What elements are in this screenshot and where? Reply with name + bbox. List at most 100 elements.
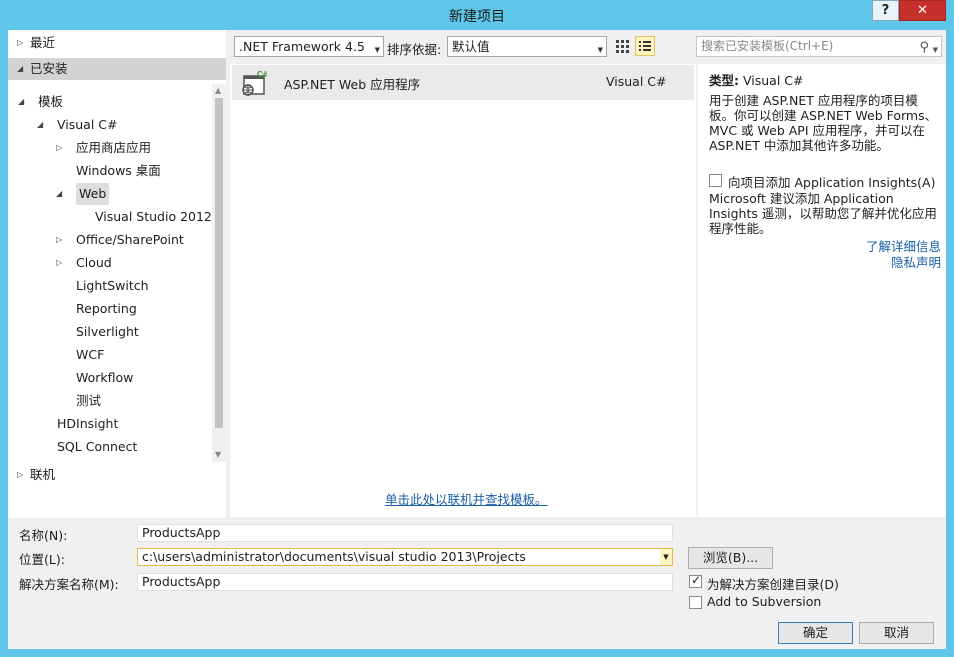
location-field[interactable]: c:\users\administrator\documents\visual … xyxy=(137,548,673,566)
search-icon[interactable]: ⚲ xyxy=(919,39,929,56)
tree-item-label: 模板 xyxy=(38,94,64,109)
add-subversion-checkbox[interactable] xyxy=(689,596,702,609)
tree-item[interactable]: ◢ Visual C# xyxy=(8,114,208,136)
collapse-arrow-icon[interactable]: ◢ xyxy=(17,58,23,80)
chevron-down-icon: ▼ xyxy=(597,46,603,54)
online-templates-link[interactable]: 单击此处以联机并查找模板。 xyxy=(385,489,548,508)
tree-item[interactable]: Silverlight xyxy=(8,321,208,343)
app-insights-label[interactable]: 向项目添加 Application Insights(A) xyxy=(728,172,935,191)
expand-arrow-icon[interactable]: ▷ xyxy=(56,137,62,159)
tree-online-label: 联机 xyxy=(30,467,56,482)
tree-item-label: WCF xyxy=(76,347,105,362)
tree-item-label: SQL Connect xyxy=(57,439,138,454)
list-view-button[interactable] xyxy=(635,36,655,56)
template-tree: ▷ 最近 ◢ 已安装 ◢ 模板 ◢ Visual C# ▷ 应用商店应用 Windows 桌… xyxy=(8,30,226,518)
template-description: 用于创建 ASP.NET 应用程序的项目模板。你可以创建 ASP.NET Web… xyxy=(709,93,938,153)
app-insights-checkbox[interactable] xyxy=(709,174,722,187)
type-line: 类型: Visual C# xyxy=(709,70,803,89)
tree-item[interactable]: Workflow xyxy=(8,367,208,389)
location-label: 位置(L): xyxy=(19,552,65,567)
tree-item[interactable]: Windows 桌面 xyxy=(8,160,208,182)
tree-item[interactable]: WCF xyxy=(8,344,208,366)
tree-item[interactable]: SQL Connect xyxy=(8,436,208,458)
template-language: Visual C# xyxy=(606,74,667,89)
ok-button[interactable]: 确定 xyxy=(778,622,853,644)
svg-text:C#: C# xyxy=(257,70,268,79)
framework-value: .NET Framework 4.5 xyxy=(239,39,365,54)
tree-item-label: 测试 xyxy=(76,393,102,408)
collapse-arrow-icon[interactable]: ◢ xyxy=(37,114,43,136)
tree-installed-label: 已安装 xyxy=(30,61,68,76)
browse-button[interactable]: 浏览(B)... xyxy=(688,547,773,569)
tree-item-label: Visual C# xyxy=(57,117,118,132)
search-input[interactable]: 搜索已安装模板(Ctrl+E) ⚲ ▼ xyxy=(696,36,942,57)
tree-item[interactable]: ▷ Cloud xyxy=(8,252,208,274)
tree-recent[interactable]: ▷ 最近 xyxy=(8,32,226,54)
title-bar: 新建项目 ? ✕ xyxy=(0,0,954,30)
solution-name-label: 解决方案名称(M): xyxy=(19,577,119,592)
scroll-down-icon[interactable]: ▼ xyxy=(215,450,221,459)
name-label: 名称(N): xyxy=(19,528,68,543)
dialog-body: ▷ 最近 ◢ 已安装 ◢ 模板 ◢ Visual C# ▷ 应用商店应用 Windows 桌… xyxy=(8,30,946,649)
collapse-arrow-icon[interactable]: ◢ xyxy=(56,183,62,205)
tree-installed[interactable]: ◢ 已安装 xyxy=(8,58,226,80)
chevron-down-icon[interactable]: ▼ xyxy=(933,42,938,59)
list-view-icon xyxy=(639,41,651,51)
aspnet-project-icon: C# xyxy=(242,70,268,96)
tree-item[interactable]: LightSwitch xyxy=(8,275,208,297)
template-item-aspnet[interactable]: C# ASP.NET Web 应用程序 Visual C# xyxy=(232,65,694,100)
app-insights-description: Microsoft 建议添加 Application Insights 遥测，以… xyxy=(709,191,937,236)
tree-item[interactable]: Reporting xyxy=(8,298,208,320)
tree-item-label: Visual Studio 2012 xyxy=(95,209,212,224)
tree-scrollbar[interactable]: ▲ ▼ xyxy=(212,84,226,462)
expand-arrow-icon[interactable]: ▷ xyxy=(56,252,62,274)
tree-recent-label: 最近 xyxy=(30,35,56,50)
privacy-link[interactable]: 隐私声明 xyxy=(891,252,941,271)
template-name: ASP.NET Web 应用程序 xyxy=(284,77,421,92)
tree-item-label: 应用商店应用 xyxy=(76,140,152,155)
expand-arrow-icon[interactable]: ▷ xyxy=(17,32,23,54)
toolbar: .NET Framework 4.5 ▼ 排序依据: 默认值 ▼ 搜索已安装模板… xyxy=(230,36,946,60)
tree-item[interactable]: ▷ Office/SharePoint xyxy=(8,229,208,251)
scroll-up-icon[interactable]: ▲ xyxy=(215,86,221,95)
tree-item[interactable]: Visual Studio 2012 xyxy=(8,206,212,228)
collapse-arrow-icon[interactable]: ◢ xyxy=(18,91,24,113)
close-button[interactable]: ✕ xyxy=(899,0,946,21)
type-label: 类型: xyxy=(709,73,739,88)
tree-item-label: Silverlight xyxy=(76,324,139,339)
tree-item-label: LightSwitch xyxy=(76,278,149,293)
create-directory-label[interactable]: 为解决方案创建目录(D) xyxy=(707,574,839,593)
type-value: Visual C# xyxy=(742,73,804,88)
tree-online[interactable]: ▷ 联机 xyxy=(8,464,226,486)
tree-item-label: Workflow xyxy=(76,370,134,385)
scroll-thumb[interactable] xyxy=(215,98,223,428)
tree-item[interactable]: ◢ 模板 xyxy=(8,91,208,113)
tree-item[interactable]: ◢ Web xyxy=(8,183,208,205)
tree-item[interactable]: HDInsight xyxy=(8,413,208,435)
create-directory-checkbox[interactable]: ✓ xyxy=(689,573,702,588)
new-project-dialog: 新建项目 ? ✕ ▷ 最近 ◢ 已安装 ◢ 模板 ◢ Visual C# ▷ 应用商店应用… xyxy=(0,0,954,657)
framework-select[interactable]: .NET Framework 4.5 ▼ xyxy=(234,36,384,57)
tree-item-label: HDInsight xyxy=(57,416,119,431)
tree-item-label: Web xyxy=(76,183,110,205)
grid-view-icon xyxy=(616,40,629,53)
tree-item[interactable]: 测试 xyxy=(8,390,208,412)
chevron-down-icon[interactable]: ▼ xyxy=(660,549,672,565)
grid-view-button[interactable] xyxy=(612,36,632,56)
add-subversion-label[interactable]: Add to Subversion xyxy=(707,594,821,609)
name-field[interactable]: ProductsApp xyxy=(137,524,673,542)
tree-item-label: Office/SharePoint xyxy=(76,232,184,247)
tree-item-label: Reporting xyxy=(76,301,137,316)
tree-item-label: Cloud xyxy=(76,255,112,270)
expand-arrow-icon[interactable]: ▷ xyxy=(56,229,62,251)
help-button[interactable]: ? xyxy=(872,0,899,21)
tree-item[interactable]: ▷ 应用商店应用 xyxy=(8,137,208,159)
expand-arrow-icon[interactable]: ▷ xyxy=(17,464,23,486)
sort-select[interactable]: 默认值 ▼ xyxy=(447,36,607,57)
template-list: C# ASP.NET Web 应用程序 Visual C# 单击此处以联机并查找… xyxy=(230,64,696,517)
checkmark-icon: ✓ xyxy=(691,573,702,587)
cancel-button[interactable]: 取消 xyxy=(859,622,934,644)
dialog-title: 新建项目 xyxy=(449,9,505,25)
search-placeholder: 搜索已安装模板(Ctrl+E) xyxy=(701,39,834,53)
solution-name-field[interactable]: ProductsApp xyxy=(137,573,673,591)
